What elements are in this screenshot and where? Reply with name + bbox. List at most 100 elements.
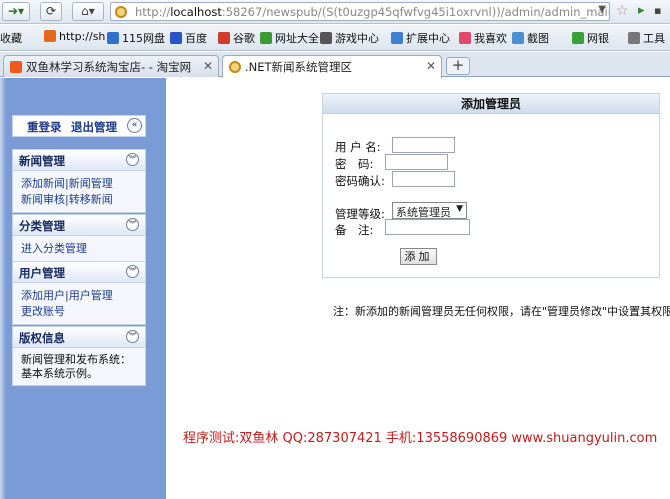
page-icon	[44, 30, 56, 42]
favorite-label: 115网盘	[122, 32, 165, 45]
menu-title: 用户管理	[19, 266, 65, 280]
taobao-icon	[10, 61, 22, 73]
link-manage-news[interactable]: 新闻管理	[69, 177, 113, 190]
new-tab-button[interactable]: +	[446, 57, 470, 75]
menu-body: 进入分类管理	[13, 236, 145, 261]
menu-title: 版权信息	[19, 331, 65, 345]
menu-news: 新闻管理 ︾ 添加新闻|新闻管理 新闻审核|转移新闻	[12, 149, 146, 213]
refresh-button[interactable]: ⟳	[40, 2, 62, 21]
google-icon	[218, 32, 230, 44]
favorite-label: 工具	[643, 32, 665, 45]
menu-header[interactable]: 新闻管理 ︾	[13, 150, 145, 171]
favorite-label: 百度	[185, 32, 207, 45]
add-button[interactable]: 添加	[400, 248, 437, 265]
chevron-down-icon[interactable]: ︾	[126, 330, 139, 343]
login-box: 重登录 退出管理 «	[12, 115, 146, 137]
favorite-item[interactable]: 工具	[628, 30, 665, 46]
menu-line: 添加用户|用户管理	[21, 289, 113, 302]
chevron-down-icon[interactable]: ︾	[126, 265, 139, 278]
url-host: localhost	[170, 5, 222, 19]
favorite-item[interactable]: 收藏	[0, 30, 22, 46]
menu-title: 新闻管理	[19, 154, 65, 168]
remark-input[interactable]	[385, 219, 470, 235]
go-icon[interactable]: ▸	[638, 3, 645, 18]
cloud-icon	[107, 32, 119, 44]
menu-header[interactable]: 分类管理 ︾	[13, 215, 145, 236]
menu-header[interactable]: 版权信息 ︾	[13, 327, 145, 348]
link-add-news[interactable]: 添加新闻	[21, 177, 65, 190]
relogin-link[interactable]: 重登录	[27, 119, 62, 135]
menu-line: 新闻审核|转移新闻	[21, 193, 113, 206]
favorite-item[interactable]: 网址大全	[260, 30, 319, 46]
favorite-label: 谷歌	[233, 32, 255, 45]
menu-body: 新闻管理和发布系统：基本系统示例。	[13, 348, 145, 385]
favorite-item[interactable]: 网银	[572, 30, 609, 46]
address-url[interactable]: http://localhost:58267/newspub/(S(t0uzgp…	[135, 5, 609, 19]
admin-level-label: 管理等级:	[335, 207, 385, 221]
scissors-icon	[512, 32, 524, 44]
menu-users: 用户管理 ︾ 添加用户|用户管理 更改账号	[12, 261, 146, 325]
favorite-item[interactable]: 游戏中心	[320, 30, 379, 46]
link-move-news[interactable]: 转移新闻	[69, 193, 113, 206]
more-icon[interactable]: ▪	[654, 4, 661, 17]
link-add-user[interactable]: 添加用户	[21, 289, 65, 302]
favorite-item[interactable]: 谷歌	[218, 30, 255, 46]
link-review-news[interactable]: 新闻审核	[21, 193, 65, 206]
favorite-item[interactable]: 截图	[512, 30, 549, 46]
tab-taobao[interactable]: 双鱼林学习系统淘宝店- - 淘宝网 ✕	[3, 55, 219, 77]
favorite-item[interactable]: 我喜欢	[459, 30, 507, 46]
footer-credit: 程序测试:双鱼林 QQ:287307421 手机:13558690869 www…	[183, 431, 658, 446]
favorite-label: 截图	[527, 32, 549, 45]
chevron-down-icon[interactable]: ︾	[126, 153, 139, 166]
link-enter-category[interactable]: 进入分类管理	[21, 242, 87, 255]
site-icon	[229, 61, 241, 73]
game-icon	[320, 32, 332, 44]
close-icon[interactable]: ✕	[203, 59, 213, 73]
menu-line: 进入分类管理	[21, 241, 145, 257]
tab-label: .NET新闻系统管理区	[245, 60, 353, 74]
puzzle-icon	[391, 32, 403, 44]
tab-bar: 双鱼林学习系统淘宝店- - 淘宝网 ✕ .NET新闻系统管理区 ✕ +	[0, 52, 670, 78]
favorite-item[interactable]: http://sh	[44, 30, 105, 43]
menu-header[interactable]: 用户管理 ︾	[13, 262, 145, 283]
remark-label: 备 注:	[335, 223, 374, 237]
link-change-account[interactable]: 更改账号	[21, 305, 65, 318]
site-icon	[115, 6, 127, 18]
favorite-item[interactable]: 扩展中心	[391, 30, 450, 46]
logout-link[interactable]: 退出管理	[71, 119, 117, 135]
username-label: 用 户 名:	[335, 140, 381, 154]
admin-level-select[interactable]: 系统管理员 ▼	[392, 202, 467, 219]
favorites-bar: 收藏 http://sh 115网盘 百度 谷歌 网址大全 游戏中心 扩展中心 我喜欢 截图 网银 工…	[0, 25, 670, 51]
chevron-down-icon[interactable]: ︾	[126, 218, 139, 231]
favorite-item[interactable]: 百度	[170, 30, 207, 46]
favorite-label: 扩展中心	[406, 32, 450, 45]
favorite-item[interactable]: 115网盘	[107, 30, 165, 46]
tab-news-admin[interactable]: .NET新闻系统管理区 ✕	[222, 55, 442, 78]
password-input[interactable]	[385, 154, 448, 170]
forward-button[interactable]: ➔▾	[2, 2, 30, 21]
confirm-password-input[interactable]	[392, 171, 455, 187]
tools-icon	[628, 32, 640, 44]
admin-sidebar: 重登录 退出管理 « 新闻管理 ︾ 添加新闻|新闻管理 新闻审核|转移新闻 分类…	[0, 78, 166, 499]
heart-icon	[459, 32, 471, 44]
menu-category: 分类管理 ︾ 进入分类管理	[12, 214, 146, 262]
close-icon[interactable]: ✕	[426, 59, 436, 73]
bookmark-star-icon[interactable]: ☆	[616, 3, 629, 19]
permission-note: 注：新添加的新闻管理员无任何权限，请在"管理员修改"中设置其权限	[333, 305, 670, 318]
password-label: 密 码:	[335, 157, 374, 171]
confirm-password-label: 密码确认:	[335, 174, 385, 188]
menu-line: 更改账号	[21, 304, 145, 320]
add-admin-panel: 添加管理员 用 户 名: 密 码: 密码确认: 管理等级: 系统管理员 ▼ 备 …	[322, 93, 660, 278]
collapse-sidebar-icon[interactable]: «	[127, 118, 142, 133]
favorite-label: http://sh	[59, 30, 106, 43]
link-manage-users[interactable]: 用户管理	[69, 289, 113, 302]
address-bar[interactable]: http://localhost:58267/newspub/(S(t0uzgp…	[110, 2, 610, 21]
home-button[interactable]: ⌂▾	[72, 2, 104, 21]
tab-label: 双鱼林学习系统淘宝店- - 淘宝网	[26, 60, 192, 74]
panel-title: 添加管理员	[323, 94, 659, 114]
username-input[interactable]	[392, 137, 455, 153]
refresh-icon: ⟳	[45, 4, 57, 18]
menu-copyright: 版权信息 ︾ 新闻管理和发布系统：基本系统示例。	[12, 326, 146, 386]
favorite-label: 我喜欢	[474, 32, 507, 45]
address-dropdown-icon[interactable]: ▼	[598, 4, 606, 15]
